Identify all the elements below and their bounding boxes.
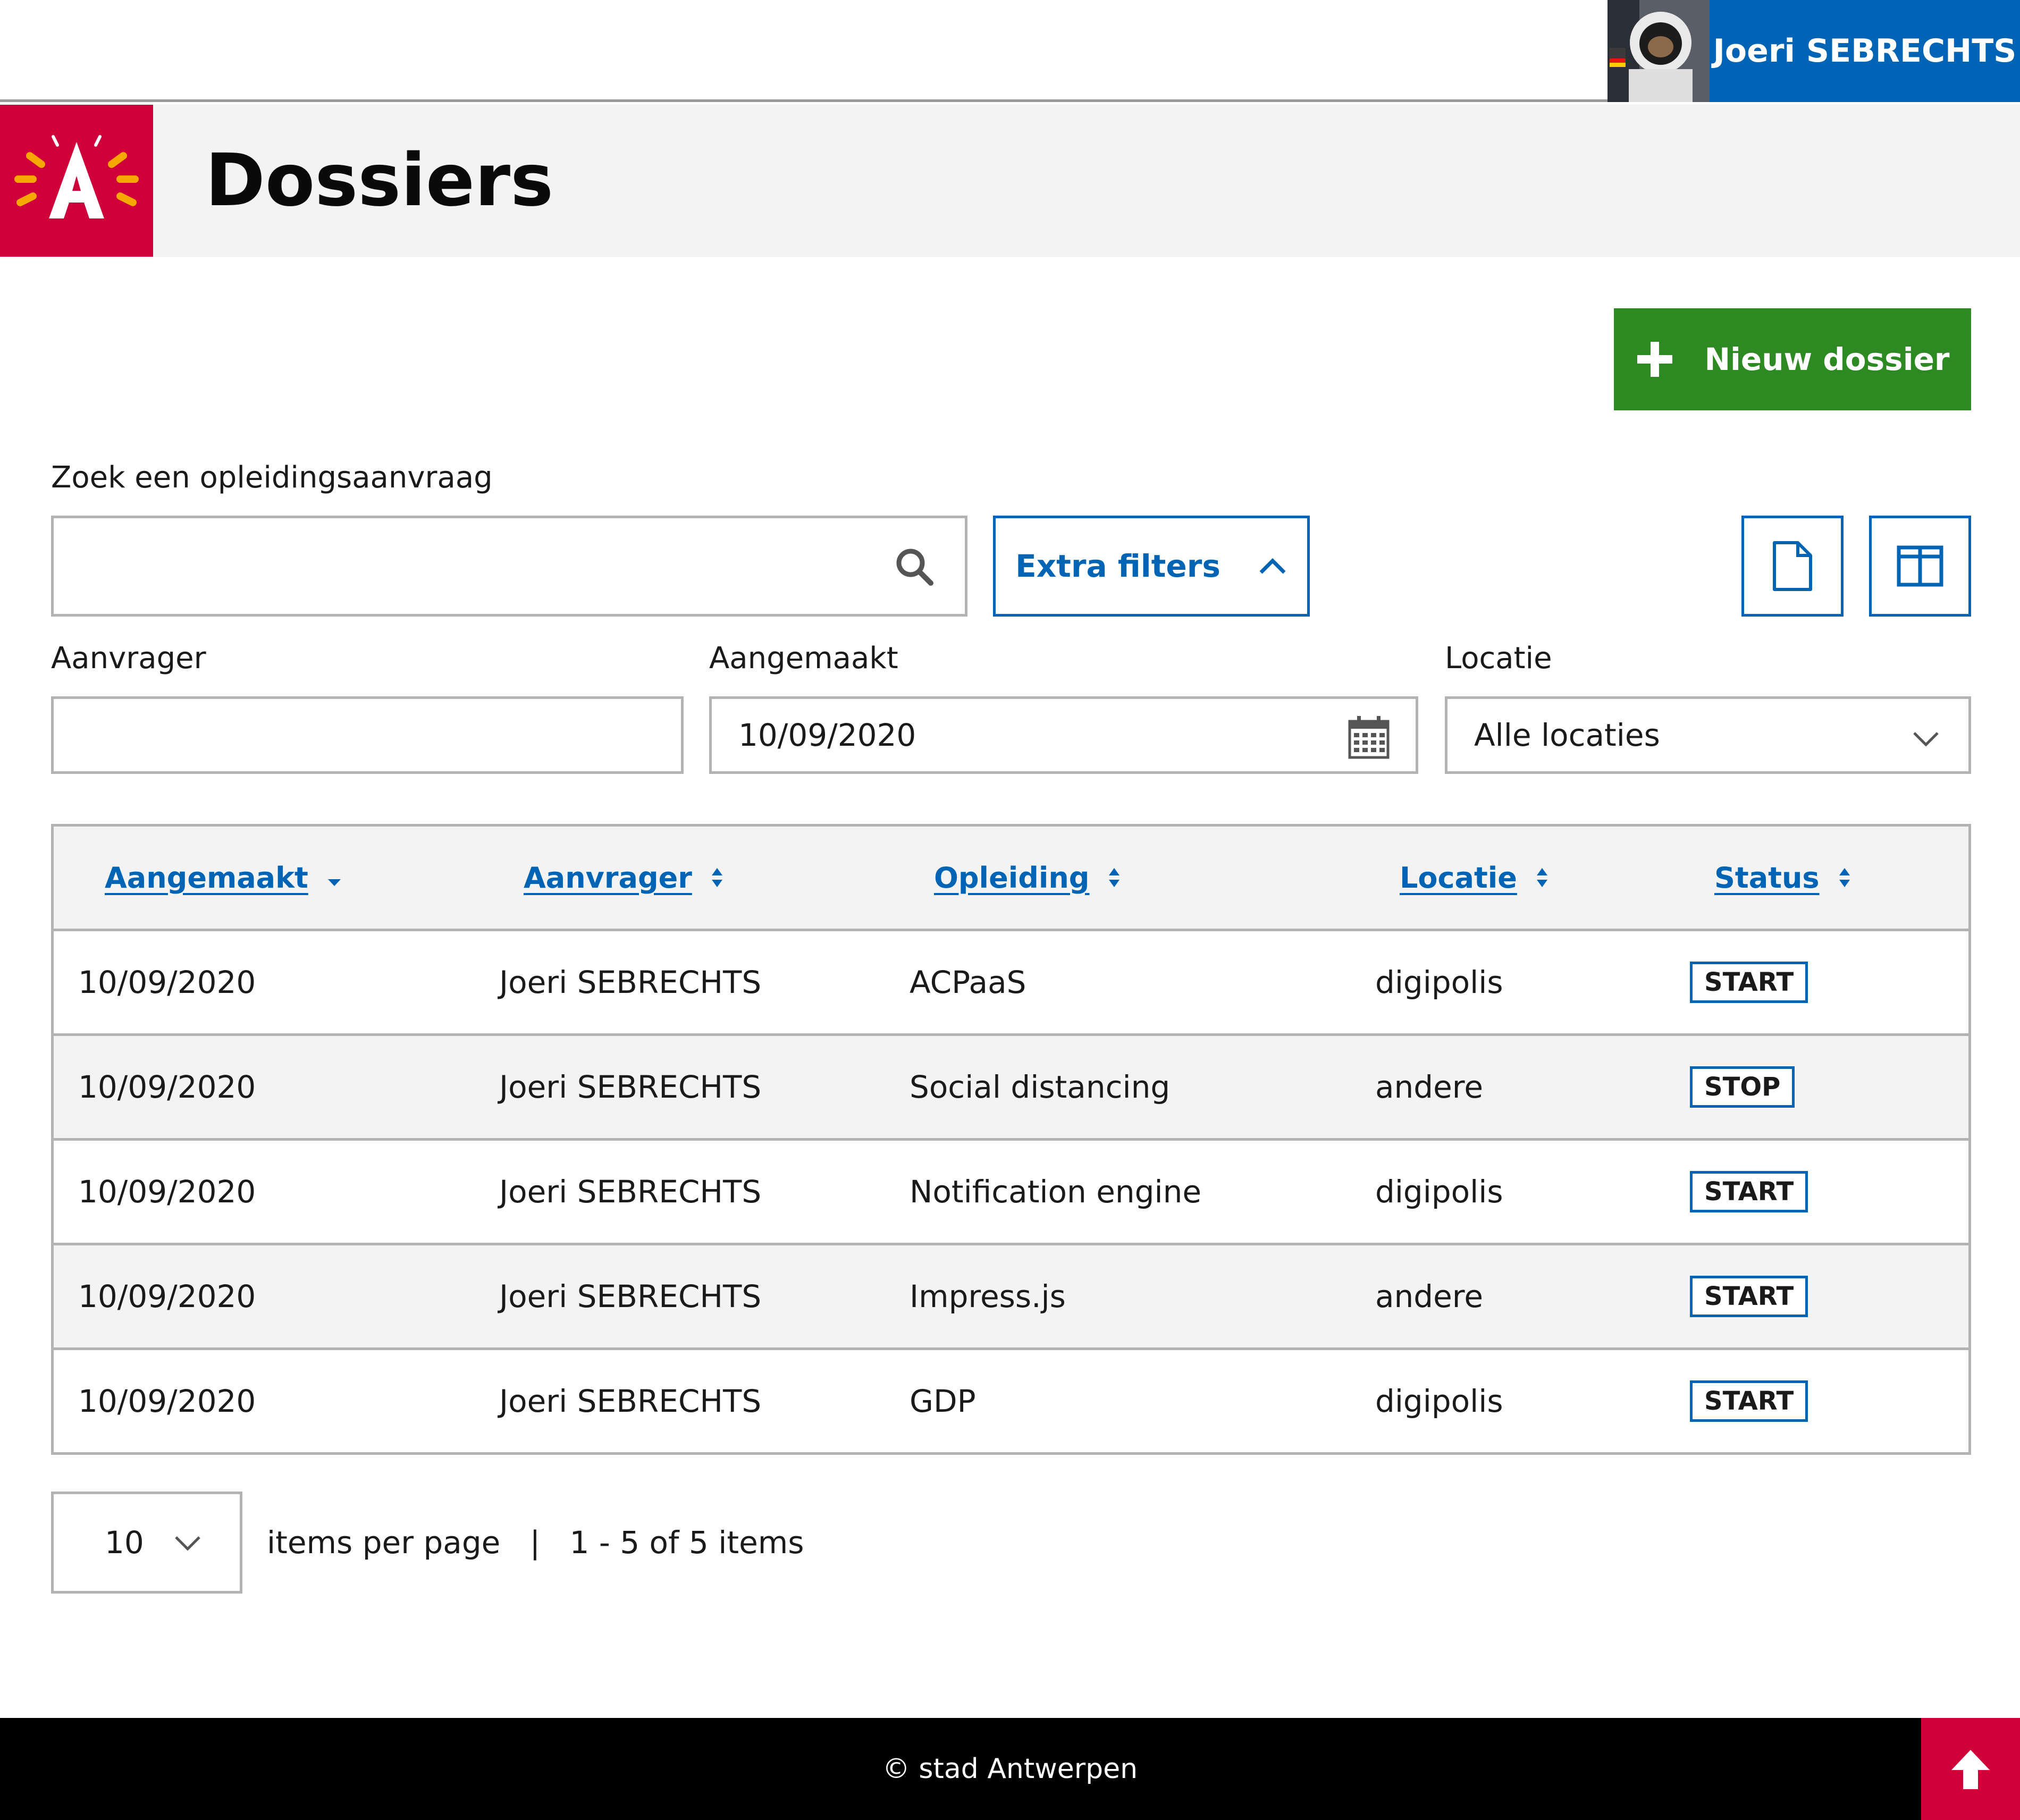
- chevron-up-icon: [1259, 558, 1286, 574]
- cell-locatie: andere: [1375, 1278, 1484, 1315]
- back-to-top-button[interactable]: [1921, 1718, 2020, 1820]
- city-logo[interactable]: [0, 105, 153, 257]
- aangemaakt-date-input[interactable]: 10/09/2020: [709, 696, 1418, 774]
- new-dossier-button[interactable]: Nieuw dossier: [1614, 308, 1971, 410]
- search-label: Zoek een opleidingsaanvraag: [51, 460, 493, 495]
- cell-locatie: andere: [1375, 1069, 1484, 1105]
- cell-aangemaakt: 10/09/2020: [78, 1383, 256, 1419]
- column-header-status[interactable]: Status: [1714, 827, 1851, 929]
- sort-icon: [1536, 868, 1547, 887]
- calendar-icon[interactable]: [1348, 715, 1390, 760]
- page-title: Dossiers: [205, 139, 554, 223]
- cell-aanvrager: Joeri SEBRECHTS: [499, 1278, 762, 1315]
- aanvrager-label: Aanvrager: [51, 641, 206, 676]
- pagination-summary: items per page | 1 - 5 of 5 items: [267, 1524, 804, 1561]
- search-text-field[interactable]: [70, 540, 890, 594]
- avatar-image: [1607, 0, 1710, 102]
- cell-opleiding: Impress.js: [910, 1278, 1066, 1315]
- status-badge: START: [1690, 1380, 1808, 1422]
- locatie-label: Locatie: [1445, 641, 1552, 676]
- aangemaakt-value: 10/09/2020: [738, 717, 916, 753]
- dossiers-table: Aangemaakt Aanvrager Opleiding Locatie S…: [51, 824, 1971, 1455]
- document-icon: [1773, 541, 1812, 591]
- sort-icon: [1109, 868, 1120, 887]
- aangemaakt-label: Aangemaakt: [709, 641, 898, 676]
- new-dossier-label: Nieuw dossier: [1704, 341, 1950, 377]
- column-header-label: Status: [1714, 861, 1820, 895]
- chevron-down-icon: [1913, 732, 1939, 747]
- column-header-label: Aangemaakt: [105, 861, 308, 895]
- cell-opleiding: Social distancing: [910, 1069, 1171, 1105]
- search-input[interactable]: [51, 516, 967, 617]
- cell-opleiding: ACPaaS: [910, 964, 1026, 1000]
- items-per-page-select[interactable]: 10: [51, 1492, 242, 1594]
- cell-locatie: digipolis: [1375, 1174, 1503, 1210]
- table-row[interactable]: 10/09/2020 Joeri SEBRECHTS Notification …: [54, 1141, 1968, 1245]
- table-header: Aangemaakt Aanvrager Opleiding Locatie S…: [54, 827, 1968, 931]
- table-row[interactable]: 10/09/2020 Joeri SEBRECHTS Impress.js an…: [54, 1245, 1968, 1350]
- locatie-value: Alle locaties: [1474, 717, 1660, 753]
- search-icon[interactable]: [894, 546, 936, 588]
- cell-aanvrager: Joeri SEBRECHTS: [499, 1383, 762, 1419]
- status-badge: STOP: [1690, 1066, 1795, 1108]
- footer-copyright: © stad Antwerpen: [882, 1753, 1138, 1785]
- cell-aanvrager: Joeri SEBRECHTS: [499, 1069, 762, 1105]
- extra-filters-label: Extra filters: [1015, 548, 1221, 584]
- cell-aangemaakt: 10/09/2020: [78, 1278, 256, 1315]
- table-row[interactable]: 10/09/2020 Joeri SEBRECHTS ACPaaS digipo…: [54, 931, 1968, 1036]
- footer: © stad Antwerpen: [0, 1718, 2020, 1820]
- column-header-locatie[interactable]: Locatie: [1400, 827, 1549, 929]
- split-view-button[interactable]: [1869, 516, 1971, 617]
- cell-locatie: digipolis: [1375, 1383, 1503, 1419]
- cell-opleiding: GDP: [910, 1383, 976, 1419]
- column-header-label: Aanvrager: [524, 861, 692, 895]
- sort-icon: [711, 868, 722, 887]
- user-menu-button[interactable]: Joeri SEBRECHTS: [1710, 0, 2020, 102]
- user-avatar[interactable]: [1607, 0, 1710, 102]
- status-badge: START: [1690, 1276, 1808, 1317]
- cell-aanvrager: Joeri SEBRECHTS: [499, 1174, 762, 1210]
- chevron-down-icon: [175, 1536, 200, 1551]
- column-header-aanvrager[interactable]: Aanvrager: [524, 827, 724, 929]
- table-row[interactable]: 10/09/2020 Joeri SEBRECHTS Social distan…: [54, 1036, 1968, 1141]
- aanvrager-input[interactable]: [51, 696, 684, 774]
- extra-filters-button[interactable]: Extra filters: [993, 516, 1310, 617]
- items-per-page-value: 10: [105, 1524, 144, 1561]
- status-badge: START: [1690, 1171, 1808, 1212]
- document-view-button[interactable]: [1741, 516, 1844, 617]
- user-name: Joeri SEBRECHTS: [1713, 32, 2017, 70]
- column-header-aangemaakt[interactable]: Aangemaakt: [105, 827, 342, 929]
- column-header-opleiding[interactable]: Opleiding: [934, 827, 1121, 929]
- sort-desc-icon: [327, 879, 341, 886]
- cell-opleiding: Notification engine: [910, 1174, 1202, 1210]
- cell-locatie: digipolis: [1375, 964, 1503, 1000]
- cell-aangemaakt: 10/09/2020: [78, 1069, 256, 1105]
- antwerp-logo-icon: [14, 135, 139, 218]
- arrow-up-icon: [1951, 1750, 1990, 1789]
- cell-aangemaakt: 10/09/2020: [78, 964, 256, 1000]
- locatie-select[interactable]: Alle locaties: [1445, 696, 1971, 774]
- table-row[interactable]: 10/09/2020 Joeri SEBRECHTS GDP digipolis…: [54, 1350, 1968, 1452]
- columns-icon: [1897, 545, 1943, 587]
- cell-aangemaakt: 10/09/2020: [78, 1174, 256, 1210]
- column-header-label: Locatie: [1400, 861, 1517, 895]
- status-badge: START: [1690, 962, 1808, 1003]
- plus-icon: [1637, 342, 1673, 377]
- cell-aanvrager: Joeri SEBRECHTS: [499, 964, 762, 1000]
- sort-icon: [1839, 868, 1850, 887]
- column-header-label: Opleiding: [934, 861, 1090, 895]
